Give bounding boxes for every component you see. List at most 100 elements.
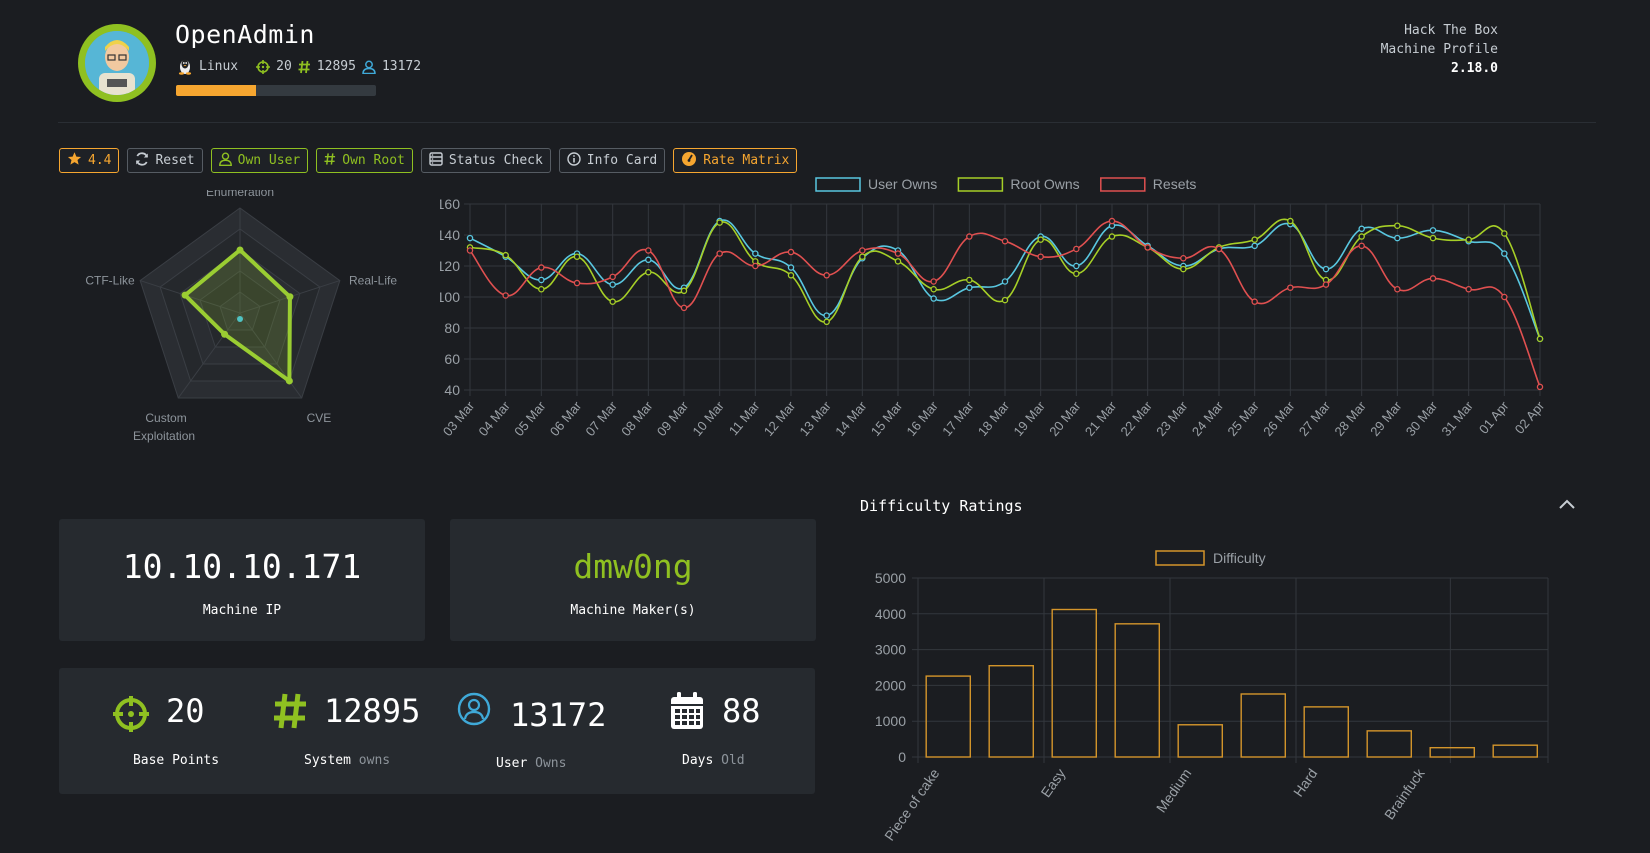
system-suffix: owns [358,753,391,768]
x-tick-label: 25 Mar [1224,398,1262,439]
series-point [966,284,973,291]
series-point [787,248,795,256]
series-point [1429,227,1437,234]
rate-matrix-button[interactable]: Rate Matrix [673,148,798,173]
info-card-button[interactable]: Info Card [558,148,666,173]
series-point [1215,245,1223,253]
machine-ip-value[interactable]: 10.10.10.171 [59,547,425,586]
y-tick-label: 140 [440,227,460,243]
own-user-button[interactable]: Own User [210,148,309,173]
series-point [1358,225,1365,233]
legend-label: Difficulty [1213,550,1266,566]
series-point [1144,244,1151,251]
x-tick-label: 13 Mar [796,398,834,439]
radar-axis-label: Real-Life [349,273,397,287]
series-point [1037,236,1044,243]
series-point [716,219,723,226]
star-icon [67,151,82,170]
radar-point [221,330,229,338]
bar [1240,693,1286,758]
info-icon [567,151,581,170]
x-tick-label: 24 Mar [1189,398,1227,439]
rating-button[interactable]: 4.4 [59,148,120,173]
x-tick-label: 23 Mar [1153,398,1191,439]
bar [1303,706,1349,758]
series-point [1429,275,1437,282]
x-tick-label: 09 Mar [654,398,692,439]
chevron-up-icon[interactable] [1557,496,1577,515]
points-value: 20 [276,59,292,74]
reset-label: Reset [155,153,195,168]
bar [1492,744,1538,758]
series-point [1180,265,1187,273]
legend-label: Root Owns [1010,176,1079,192]
series-point [1073,245,1080,253]
series-point [1465,236,1472,243]
version-label: 2.18.0 [1451,61,1498,76]
series-point [1429,234,1437,242]
series-point [752,262,759,270]
user-owns-stat: 13172 [457,692,657,736]
series-point [1251,298,1258,305]
bar [988,665,1034,758]
info-card-label: Info Card [586,153,658,168]
series-point [859,247,866,254]
bar [1366,730,1412,758]
status-check-button[interactable]: Status Check [420,148,551,173]
series-point [1358,233,1365,240]
machine-avatar [78,24,156,102]
x-tick-label: 14 Mar [832,398,870,439]
series-point [1394,222,1401,229]
x-tick-label: Medium [1153,766,1195,816]
bar [1114,623,1160,758]
y-tick-label: 4000 [875,606,906,622]
x-tick-label: 02 Apr [1512,398,1548,437]
series-point [609,273,616,281]
own-root-button[interactable]: Own Root [316,148,413,173]
series-point [1180,255,1187,262]
x-tick-label: 10 Mar [689,398,727,439]
series-point [1322,281,1330,288]
radar-axis-label: CTF-Like [85,273,135,287]
radar-axis-label: Enumeration [206,190,274,199]
series-point [1465,286,1472,293]
user-icon [362,60,376,74]
y-tick-label: 120 [440,258,460,274]
gauge-icon [681,151,697,171]
toolbar: 4.4 Reset Own User Own Root Status Check… [59,148,798,173]
days-stat: 88 [670,692,800,732]
series-point [645,247,652,254]
bar [1051,608,1097,758]
legend-item: Difficulty [1155,550,1266,566]
user-owns-label: User Owns [496,756,566,771]
x-tick-label: 16 Mar [903,398,941,439]
series-point [787,264,795,271]
system-owns-label: System owns [304,753,390,768]
machine-maker-card: dmw0ng Machine Maker(s) [450,519,816,641]
y-tick-label: 1000 [875,713,906,729]
maker-name-link[interactable]: dmw0ng [450,547,816,586]
legend-item: Resets [1100,176,1196,192]
series-point [1073,270,1080,278]
series-point [1073,262,1080,270]
series-point [1037,253,1044,260]
crosshair-icon [256,59,271,74]
series-point [1287,284,1294,291]
radar-axis-label: Custom [145,411,186,425]
series-point [502,292,509,299]
x-tick-label: 28 Mar [1331,398,1369,439]
series-point [466,234,474,242]
series-point [894,258,902,265]
series-point [538,264,545,271]
reset-button[interactable]: Reset [127,148,203,173]
series-point [823,318,830,326]
base-points-label: Base Points [132,753,220,768]
y-tick-label: 100 [440,289,460,305]
user-suffix: Owns [535,756,567,771]
x-tick-label: 12 Mar [761,398,799,439]
x-tick-label: 27 Mar [1296,398,1334,439]
owns-history-line-chart: 40 60 80 100 120 140 160 03 Mar04 Mar05 Mar06 M… [440,176,1548,439]
series-point [680,287,688,295]
days-word: Days [682,753,714,768]
series-point [466,247,474,254]
